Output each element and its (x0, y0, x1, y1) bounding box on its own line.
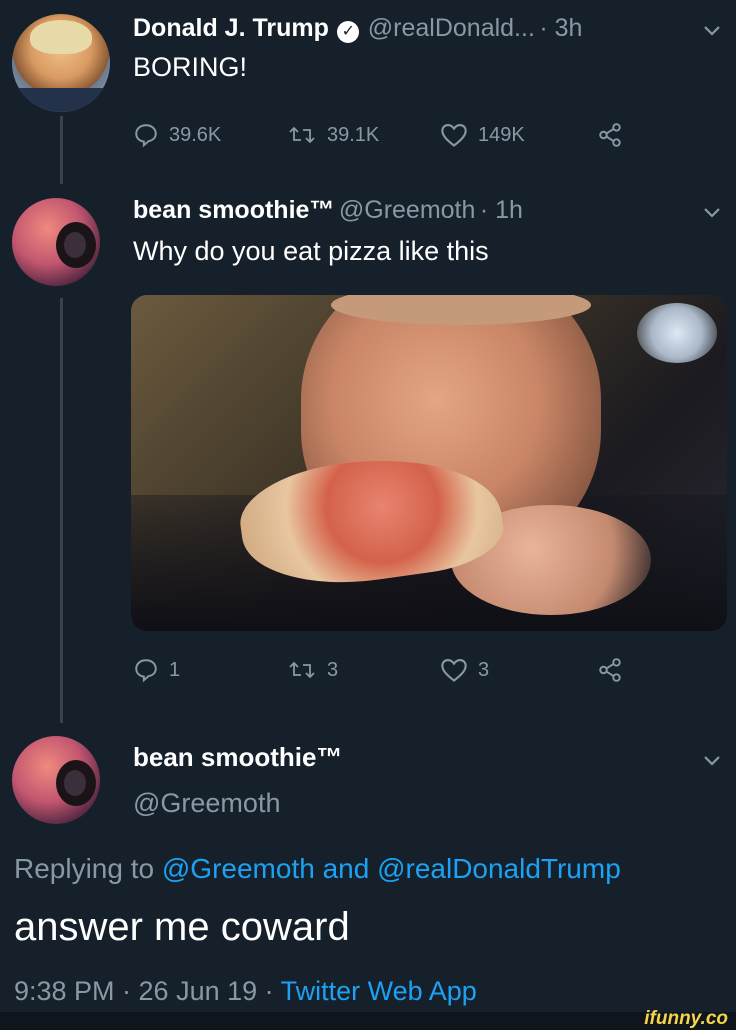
chevron-down-icon[interactable] (702, 200, 722, 226)
tweet-header: Donald J. Trump ✓ @realDonald... · 3h (133, 14, 582, 43)
reply-count: 39.6K (169, 123, 222, 146)
share-icon (599, 658, 621, 682)
avatar[interactable] (12, 14, 110, 112)
replying-prefix: Replying to (14, 853, 155, 884)
tweet-source[interactable]: Twitter Web App (281, 976, 477, 1006)
watermark-bar (0, 1012, 736, 1030)
tweet-text: Why do you eat pizza like this (133, 236, 489, 266)
retweet-icon (289, 661, 315, 679)
thread-connector (60, 116, 63, 184)
share-button[interactable] (596, 657, 634, 683)
avatar[interactable] (12, 736, 100, 824)
user-handle[interactable]: @Greemoth (133, 788, 280, 819)
user-handle[interactable]: @realDonald... (368, 14, 535, 42)
ifunny-watermark: ifunny.co (644, 1008, 728, 1029)
tweet-time[interactable]: · 3h (539, 14, 582, 42)
reply-icon (135, 124, 157, 148)
verified-badge-icon: ✓ (337, 20, 360, 43)
share-button[interactable] (596, 122, 634, 148)
reply-button[interactable]: 39.6K (133, 122, 221, 148)
retweet-icon (289, 126, 315, 144)
avatar-creature (56, 760, 96, 806)
heart-icon (441, 659, 467, 682)
reply-icon (135, 659, 157, 683)
tweet-text: answer me coward (14, 905, 350, 949)
like-button[interactable]: 3 (440, 657, 489, 683)
avatar-creature (56, 222, 96, 268)
like-count: 149K (478, 123, 525, 146)
display-name[interactable]: bean smoothie™ (133, 742, 342, 773)
tweet-timestamp[interactable]: 9:38 PM · 26 Jun 19 · (14, 976, 274, 1006)
retweet-button[interactable]: 3 (287, 657, 338, 683)
avatar-suit (12, 88, 110, 112)
user-handle[interactable]: @Greemoth (339, 196, 476, 224)
reply-button[interactable]: 1 (133, 657, 180, 683)
mention-and[interactable]: and (323, 853, 370, 884)
chevron-down-icon[interactable] (702, 748, 722, 774)
retweet-count: 39.1K (327, 123, 380, 146)
display-name[interactable]: Donald J. Trump (133, 14, 329, 42)
mention-link[interactable]: @realDonaldTrump (377, 853, 621, 884)
avatar[interactable] (12, 198, 100, 286)
like-button[interactable]: 149K (440, 122, 525, 148)
share-icon (599, 123, 621, 147)
thread-connector (60, 298, 63, 723)
tweet-header: bean smoothie™ @Greemoth · 1h (133, 196, 523, 225)
like-count: 3 (478, 658, 490, 681)
reply-count: 1 (169, 658, 181, 681)
tweet-text: BORING! (133, 52, 248, 82)
display-name[interactable]: bean smoothie™ (133, 196, 334, 224)
mention-link[interactable]: @Greemoth (162, 853, 315, 884)
tweet-meta: 9:38 PM · 26 Jun 19 · Twitter Web App (14, 976, 477, 1007)
retweet-button[interactable]: 39.1K (287, 122, 379, 148)
chevron-down-icon[interactable] (702, 18, 722, 44)
avatar-hair (30, 20, 92, 54)
tweet-time[interactable]: · 1h (480, 196, 523, 224)
retweet-count: 3 (327, 658, 339, 681)
background-light (637, 303, 717, 363)
replying-to: Replying to @Greemoth and @realDonaldTru… (14, 853, 621, 885)
tweet-media-image[interactable] (131, 295, 727, 631)
heart-icon (441, 124, 467, 147)
